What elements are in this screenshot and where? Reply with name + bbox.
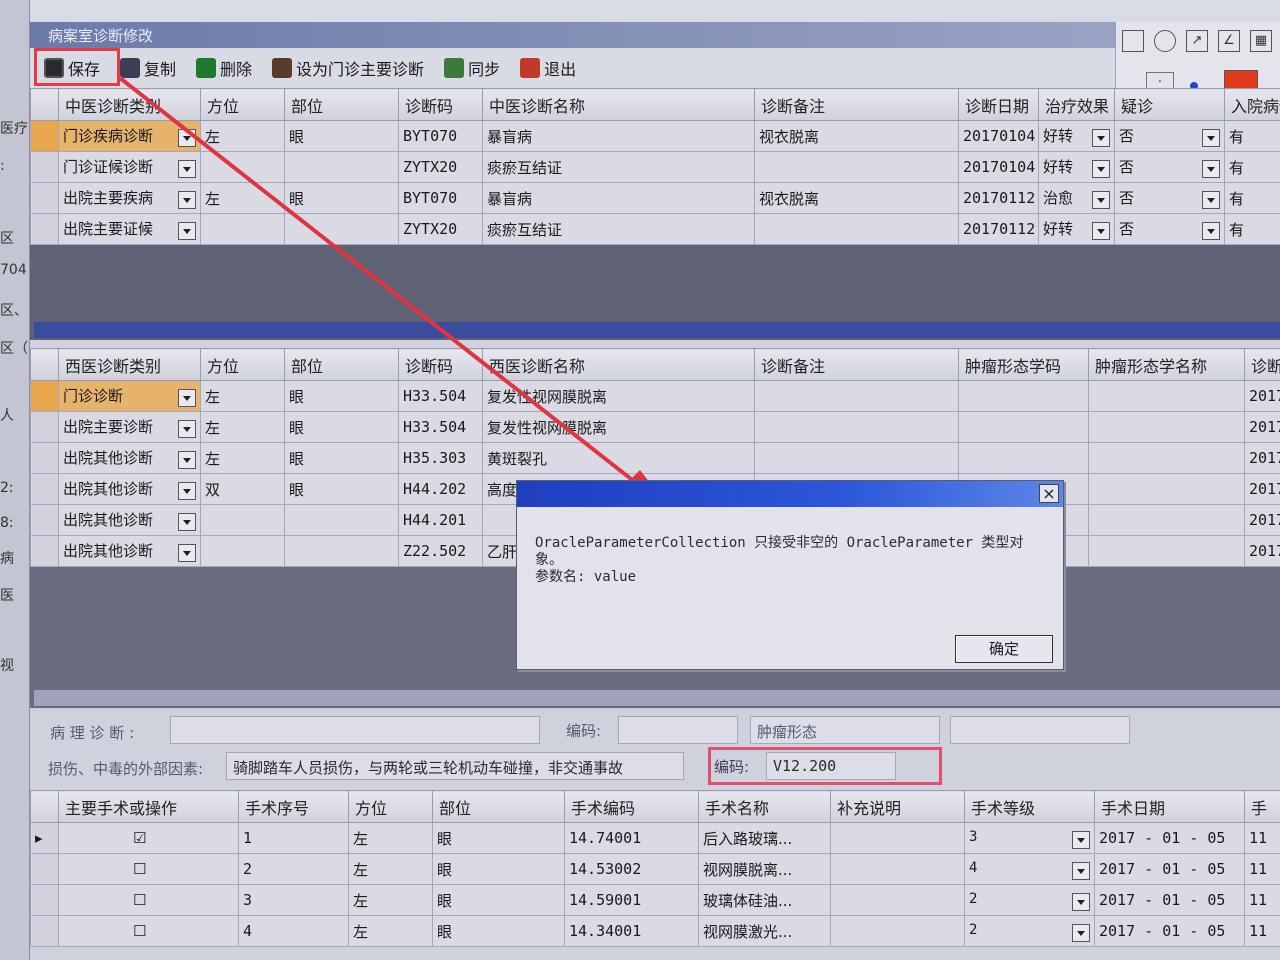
screen: 医疗 : 区 704 区、 区（ 人 2: 8: 病 医 视 病案室诊断修改 保… xyxy=(0,0,1280,960)
dialog-titlebar: × xyxy=(517,481,1063,507)
ok-button[interactable]: 确定 xyxy=(955,635,1053,663)
dialog-message-line: OracleParameterCollection 只接受非空的 OracleP… xyxy=(535,535,1024,551)
close-icon[interactable]: × xyxy=(1039,484,1059,503)
dialog-message-line: 象。 xyxy=(535,552,563,568)
dialog-message-line: 参数名: value xyxy=(535,569,637,585)
error-dialog: × OracleParameterCollection 只接受非空的 Oracl… xyxy=(516,480,1064,670)
dialog-message: OracleParameterCollection 只接受非空的 OracleP… xyxy=(535,535,1035,586)
